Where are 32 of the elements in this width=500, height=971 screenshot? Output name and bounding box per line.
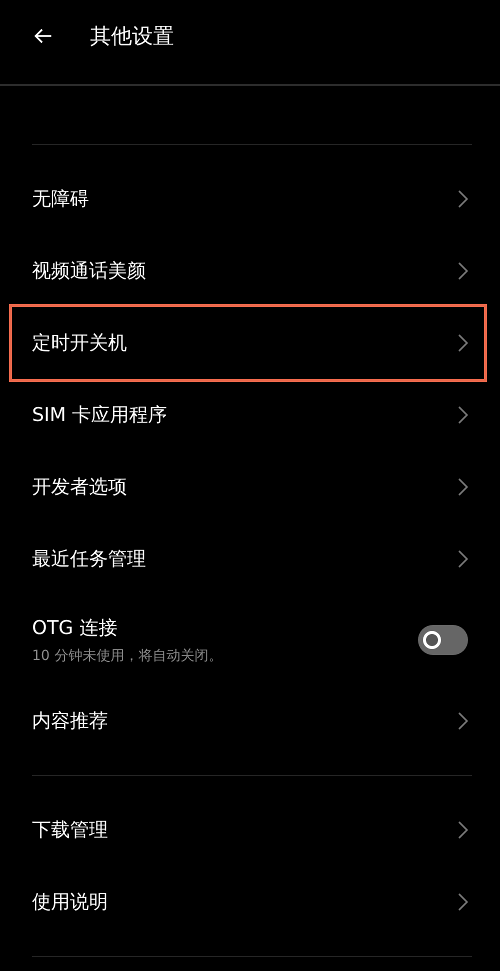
chevron-right-icon xyxy=(458,334,468,352)
settings-row[interactable]: 视频通话美颜 xyxy=(32,235,472,307)
row-label: 定时开关机 xyxy=(32,331,127,356)
row-label: 下载管理 xyxy=(32,818,108,843)
row-label: 开发者选项 xyxy=(32,475,127,500)
chevron-right-icon xyxy=(458,550,468,568)
settings-row[interactable]: 定时开关机 xyxy=(12,307,484,379)
row-label: 无障碍 xyxy=(32,187,89,212)
row-subtitle: 10 分钟未使用，将自动关闭。 xyxy=(32,647,222,665)
chevron-right-icon xyxy=(458,406,468,424)
row-label: 使用说明 xyxy=(32,890,108,915)
chevron-right-icon xyxy=(458,190,468,208)
row-label: OTG 连接 xyxy=(32,616,118,641)
settings-row[interactable]: 内容推荐 xyxy=(32,685,472,757)
row-label: SIM 卡应用程序 xyxy=(32,403,168,428)
chevron-right-icon xyxy=(458,893,468,911)
settings-row[interactable]: 无障碍 xyxy=(32,163,472,235)
row-label: 最近任务管理 xyxy=(32,547,146,572)
settings-row[interactable]: 下载管理 xyxy=(32,794,472,866)
toggle-switch[interactable] xyxy=(418,625,468,655)
chevron-right-icon xyxy=(458,712,468,730)
row-label: 视频通话美颜 xyxy=(32,259,146,284)
chevron-right-icon xyxy=(458,478,468,496)
settings-row[interactable]: SIM 卡应用程序 xyxy=(32,379,472,451)
settings-row[interactable]: OTG 连接 10 分钟未使用，将自动关闭。 xyxy=(32,595,472,685)
settings-row[interactable]: 使用说明 xyxy=(32,866,472,938)
settings-row[interactable]: 最近任务管理 xyxy=(32,523,472,595)
chevron-right-icon xyxy=(458,821,468,839)
row-label: 内容推荐 xyxy=(32,709,108,734)
settings-row[interactable]: 开发者选项 xyxy=(32,451,472,523)
page-title: 其他设置 xyxy=(90,23,174,50)
chevron-right-icon xyxy=(458,262,468,280)
